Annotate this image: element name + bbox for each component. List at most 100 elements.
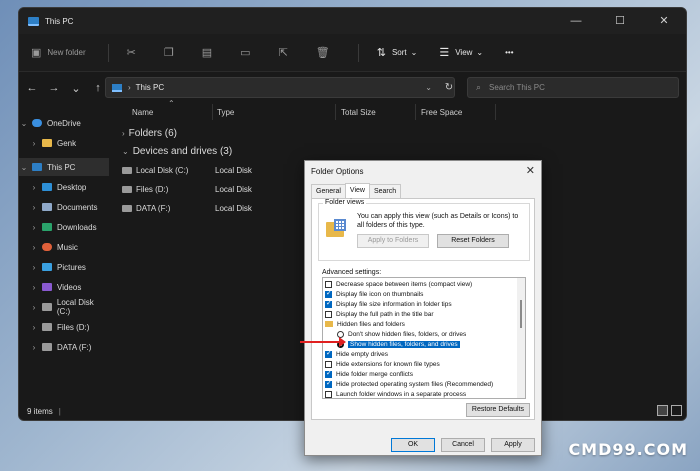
sidebar-item-genk[interactable]: › Genk xyxy=(19,134,109,152)
rename-button[interactable]: ▭ xyxy=(240,46,256,59)
sidebar-item-label: Pictures xyxy=(57,262,86,272)
checkbox[interactable] xyxy=(325,379,332,388)
chevron-right-icon[interactable]: › xyxy=(29,263,39,272)
refresh-icon[interactable]: ↻ xyxy=(439,77,459,98)
checkbox[interactable] xyxy=(325,360,332,368)
setting-hide-extensions[interactable]: Hide extensions for known file types xyxy=(325,359,440,369)
checkbox[interactable] xyxy=(325,390,332,398)
sidebar-item-videos[interactable]: › Videos xyxy=(19,278,109,296)
view-button[interactable]: ☰ View ⌄ xyxy=(439,46,483,59)
sidebar-item-data-f[interactable]: › DATA (F:) xyxy=(19,338,109,356)
column-divider[interactable] xyxy=(335,104,336,120)
more-options-button[interactable]: ••• xyxy=(505,48,513,57)
setting-full-path-title[interactable]: Display the full path in the title bar xyxy=(325,309,434,319)
tab-general[interactable]: General xyxy=(311,184,346,198)
recent-chevron-icon[interactable]: ⌄ xyxy=(67,82,85,95)
music-icon xyxy=(42,243,52,251)
sidebar-item-desktop[interactable]: › Desktop xyxy=(19,178,109,196)
chevron-down-icon[interactable]: ⌄ xyxy=(19,119,29,128)
column-divider[interactable] xyxy=(415,104,416,120)
chevron-right-icon[interactable]: › xyxy=(29,343,39,352)
chevron-right-icon[interactable]: › xyxy=(29,283,39,292)
setting-dont-show-hidden[interactable]: Don't show hidden files, folders, or dri… xyxy=(337,329,466,339)
close-icon[interactable]: ✕ xyxy=(526,164,535,177)
column-header-free-space[interactable]: Free Space xyxy=(421,108,462,117)
sidebar-item-onedrive[interactable]: ⌄ OneDrive xyxy=(19,114,109,132)
setting-separate-process[interactable]: Launch folder windows in a separate proc… xyxy=(325,389,466,398)
ok-button[interactable]: OK xyxy=(391,438,435,452)
apply-to-folders-button[interactable]: Apply to Folders xyxy=(357,234,429,248)
share-button[interactable]: ⇱ xyxy=(279,46,294,59)
checkbox[interactable] xyxy=(325,299,332,308)
address-dropdown-icon[interactable]: ⌄ xyxy=(425,83,432,92)
column-header-total-size[interactable]: Total Size xyxy=(341,108,376,117)
sidebar-item-this-pc[interactable]: ⌄ This PC xyxy=(19,158,109,176)
scrollbar-thumb[interactable] xyxy=(520,300,522,328)
chevron-right-icon[interactable]: › xyxy=(29,223,39,232)
checkbox[interactable] xyxy=(325,369,332,378)
cancel-button[interactable]: Cancel xyxy=(441,438,485,452)
advanced-settings-list[interactable]: Decrease space between items (compact vi… xyxy=(322,277,526,399)
setting-hide-empty-drives[interactable]: Hide empty drives xyxy=(325,349,388,359)
column-header-name[interactable]: Name xyxy=(132,108,153,117)
details-view-icon[interactable] xyxy=(657,405,668,416)
tab-search[interactable]: Search xyxy=(368,184,402,198)
paste-button[interactable]: ▤ xyxy=(202,46,218,59)
folder-options-dialog: Folder Options ✕ General View Search Fol… xyxy=(304,160,542,456)
close-button[interactable]: ✕ xyxy=(642,8,686,34)
forward-arrow-icon[interactable]: → xyxy=(45,82,63,94)
checkbox[interactable] xyxy=(325,280,332,288)
setting-hide-merge-conflicts[interactable]: Hide folder merge conflicts xyxy=(325,369,413,379)
list-scrollbar[interactable] xyxy=(517,278,525,398)
group-folders[interactable]: › Folders (6) xyxy=(122,128,177,139)
column-divider[interactable] xyxy=(212,104,213,120)
sidebar-item-music[interactable]: › Music xyxy=(19,238,109,256)
delete-button[interactable]: 🗑 xyxy=(316,46,336,59)
setting-hide-protected-files[interactable]: Hide protected operating system files (R… xyxy=(325,379,493,389)
checkbox[interactable] xyxy=(325,349,332,358)
sidebar-item-documents[interactable]: › Documents xyxy=(19,198,109,216)
setting-show-hidden[interactable]: Show hidden files, folders, and drives xyxy=(337,339,460,349)
minimize-button[interactable]: — xyxy=(554,8,598,34)
apply-button[interactable]: Apply xyxy=(491,438,535,452)
pictures-icon xyxy=(42,263,52,271)
sidebar-item-local-disk-c[interactable]: › Local Disk (C:) xyxy=(19,298,109,316)
share-icon: ⇱ xyxy=(278,47,288,59)
column-divider[interactable] xyxy=(495,104,496,120)
setting-label: Hidden files and folders xyxy=(337,320,405,328)
back-arrow-icon[interactable]: ← xyxy=(23,82,41,94)
chevron-right-icon[interactable]: › xyxy=(29,203,39,212)
chevron-right-icon[interactable]: › xyxy=(29,183,39,192)
search-input[interactable]: ⌕ Search This PC xyxy=(467,77,679,98)
reset-folders-button[interactable]: Reset Folders xyxy=(437,234,509,248)
sidebar-item-pictures[interactable]: › Pictures xyxy=(19,258,109,276)
window-title: This PC xyxy=(45,16,74,26)
setting-compact-view[interactable]: Decrease space between items (compact vi… xyxy=(325,279,472,289)
drive-icon xyxy=(42,323,52,331)
sidebar-item-label: Files (D:) xyxy=(57,322,90,332)
checkbox[interactable] xyxy=(325,310,332,318)
setting-file-size-tips[interactable]: Display file size information in folder … xyxy=(325,299,452,309)
drive-icon xyxy=(122,166,132,174)
tab-view[interactable]: View xyxy=(344,183,370,198)
sidebar-item-label: DATA (F:) xyxy=(57,342,92,352)
restore-defaults-button[interactable]: Restore Defaults xyxy=(466,403,530,417)
chevron-right-icon[interactable]: › xyxy=(29,303,39,312)
new-folder-button[interactable]: ▣ New folder xyxy=(31,46,86,59)
sidebar-item-downloads[interactable]: › Downloads xyxy=(19,218,109,236)
address-bar[interactable]: › This PC ⌄ xyxy=(105,77,455,98)
cut-button[interactable]: ✂ xyxy=(127,46,142,59)
group-devices-and-drives[interactable]: ⌄ Devices and drives (3) xyxy=(122,146,232,157)
column-header-type[interactable]: Type xyxy=(217,108,234,117)
sort-button[interactable]: ⇅ Sort ⌄ xyxy=(377,46,418,59)
chevron-right-icon[interactable]: › xyxy=(29,323,39,332)
setting-file-icon-thumbnails[interactable]: Display file icon on thumbnails xyxy=(325,289,423,299)
checkbox[interactable] xyxy=(325,289,332,298)
chevron-right-icon[interactable]: › xyxy=(29,243,39,252)
tiles-view-icon[interactable] xyxy=(671,405,682,416)
chevron-right-icon[interactable]: › xyxy=(29,139,39,148)
copy-button[interactable]: ❐ xyxy=(164,46,180,59)
maximize-button[interactable]: ☐ xyxy=(598,8,642,34)
sidebar-item-files-d[interactable]: › Files (D:) xyxy=(19,318,109,336)
chevron-down-icon[interactable]: ⌄ xyxy=(19,163,29,172)
